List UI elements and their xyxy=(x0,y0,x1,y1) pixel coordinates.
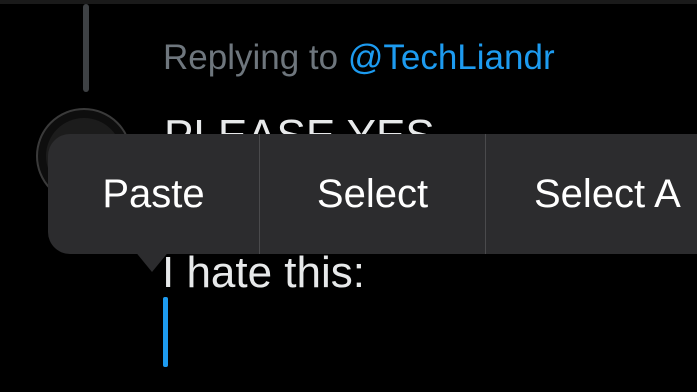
replying-to-handle-link[interactable]: @TechLiandr xyxy=(348,38,555,77)
edit-context-menu: Paste Select Select A xyxy=(48,134,697,254)
select-all-menu-item[interactable]: Select A xyxy=(485,134,697,254)
top-divider xyxy=(0,0,697,4)
menu-pointer-arrow xyxy=(134,250,170,272)
replying-to-prefix: Replying to xyxy=(163,38,339,77)
text-cursor-caret xyxy=(163,297,168,367)
select-menu-item[interactable]: Select xyxy=(259,134,485,254)
thread-connector-line xyxy=(83,4,89,92)
replying-to-label: Replying to @TechLiandr xyxy=(163,36,555,80)
compose-text-line-2[interactable]: I hate this: xyxy=(162,247,365,299)
paste-menu-item[interactable]: Paste xyxy=(48,134,259,254)
